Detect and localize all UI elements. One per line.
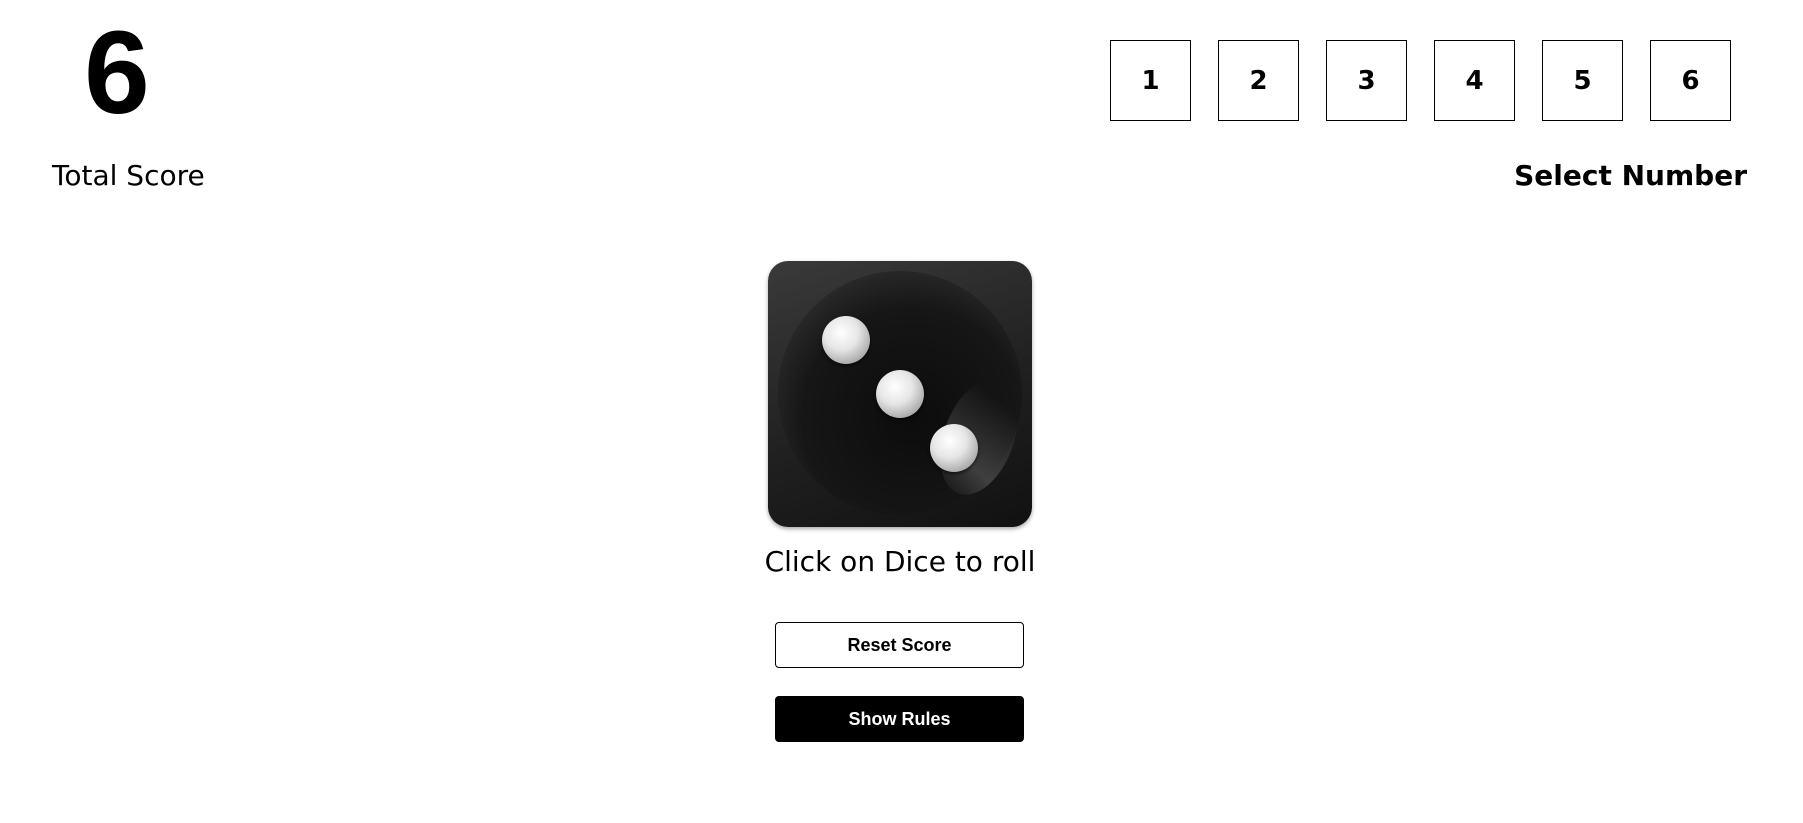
number-option-5[interactable]: 5 [1542, 40, 1623, 121]
number-option-1[interactable]: 1 [1110, 40, 1191, 121]
select-number-label: Select Number [1514, 159, 1747, 192]
total-score-block: 6 [52, 14, 212, 132]
total-score-label: Total Score [52, 159, 205, 192]
number-option-6[interactable]: 6 [1650, 40, 1731, 121]
reset-score-button[interactable]: Reset Score [775, 622, 1024, 668]
dice-roll-instruction: Click on Dice to roll [764, 545, 1036, 578]
dice-pip [876, 370, 924, 418]
dice-button[interactable] [768, 261, 1032, 527]
dice-pip [930, 424, 978, 472]
dice-pip [822, 316, 870, 364]
number-option-3[interactable]: 3 [1326, 40, 1407, 121]
number-selector: 1 2 3 4 5 6 [1110, 40, 1731, 121]
dice-game-page: 6 Total Score 1 2 3 4 5 6 Select Number … [0, 0, 1803, 823]
number-option-4[interactable]: 4 [1434, 40, 1515, 121]
number-option-2[interactable]: 2 [1218, 40, 1299, 121]
show-rules-button[interactable]: Show Rules [775, 696, 1024, 742]
total-score-value: 6 [84, 7, 150, 139]
